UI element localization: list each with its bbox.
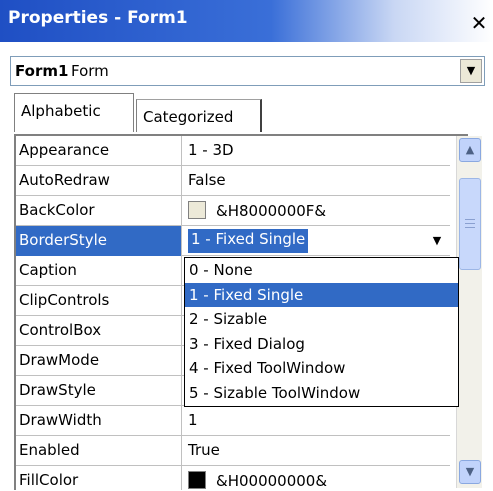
scroll-thumb[interactable]: [459, 178, 481, 270]
scroll-up-icon[interactable]: ▲: [459, 138, 481, 162]
property-row-enabled[interactable]: Enabled True: [16, 436, 450, 466]
property-name: Caption: [16, 256, 182, 286]
property-value-wrap: &H00000000&: [188, 471, 327, 490]
chevron-down-icon[interactable]: ▼: [426, 227, 448, 255]
property-name: BorderStyle: [16, 226, 182, 256]
property-name: AutoRedraw: [16, 166, 182, 196]
window-title: Properties - Form1: [8, 8, 188, 28]
property-name: DrawWidth: [16, 406, 182, 436]
close-icon[interactable]: ✕: [467, 10, 491, 36]
property-name: Appearance: [16, 136, 182, 166]
scroll-down-icon[interactable]: ▼: [459, 460, 481, 484]
property-name: DrawStyle: [16, 376, 182, 406]
property-value: 1 - Fixed Single: [188, 229, 309, 253]
chevron-down-icon[interactable]: ▼: [460, 59, 482, 83]
vertical-scrollbar[interactable]: ▲ ▼: [456, 136, 482, 488]
tab-alphabetic[interactable]: Alphabetic: [14, 93, 134, 132]
title-bar: Properties - Form1 ✕: [0, 0, 493, 42]
property-value: 1 - 3D: [188, 141, 234, 159]
property-name: ClipControls: [16, 286, 182, 316]
property-name: DrawMode: [16, 346, 182, 376]
dropdown-option[interactable]: 5 - Sizable ToolWindow: [185, 381, 458, 406]
property-row-fillcolor[interactable]: FillColor &H00000000&: [16, 466, 450, 490]
property-row-borderstyle[interactable]: BorderStyle 1 - Fixed Single ▼: [16, 226, 450, 256]
property-value: &H00000000&: [216, 472, 328, 490]
tab-categorized[interactable]: Categorized: [136, 99, 262, 132]
grip-line: [465, 227, 475, 228]
property-value: &H8000000F&: [216, 202, 327, 220]
color-swatch: [188, 201, 206, 219]
object-selector[interactable]: Form1 Form ▼: [10, 56, 485, 86]
dropdown-option[interactable]: 2 - Sizable: [185, 307, 458, 332]
property-value: 1: [188, 411, 198, 429]
grip-line: [465, 219, 475, 220]
property-row-backcolor[interactable]: BackColor &H8000000F&: [16, 196, 450, 226]
borderstyle-combo[interactable]: 1 - Fixed Single ▼: [186, 227, 448, 255]
property-name: ControlBox: [16, 316, 182, 346]
dropdown-option[interactable]: 3 - Fixed Dialog: [185, 332, 458, 357]
property-name: BackColor: [16, 196, 182, 226]
dropdown-option[interactable]: 4 - Fixed ToolWindow: [185, 356, 458, 381]
property-row-drawwidth[interactable]: DrawWidth 1: [16, 406, 450, 436]
property-row-appearance[interactable]: Appearance 1 - 3D: [16, 136, 450, 166]
object-type: Form: [71, 62, 109, 80]
dropdown-option-selected[interactable]: 1 - Fixed Single: [185, 282, 458, 308]
property-value: False: [188, 171, 226, 189]
property-row-autoredraw[interactable]: AutoRedraw False: [16, 166, 450, 196]
property-value-wrap: &H8000000F&: [188, 201, 326, 220]
color-swatch: [188, 471, 206, 489]
grip-line: [465, 223, 475, 224]
property-name: FillColor: [16, 466, 182, 490]
object-name: Form1: [15, 62, 69, 80]
borderstyle-dropdown-list[interactable]: 0 - None 1 - Fixed Single 2 - Sizable 3 …: [184, 257, 459, 407]
dropdown-option[interactable]: 0 - None: [185, 258, 458, 283]
property-name: Enabled: [16, 436, 182, 466]
property-value: True: [188, 441, 220, 459]
